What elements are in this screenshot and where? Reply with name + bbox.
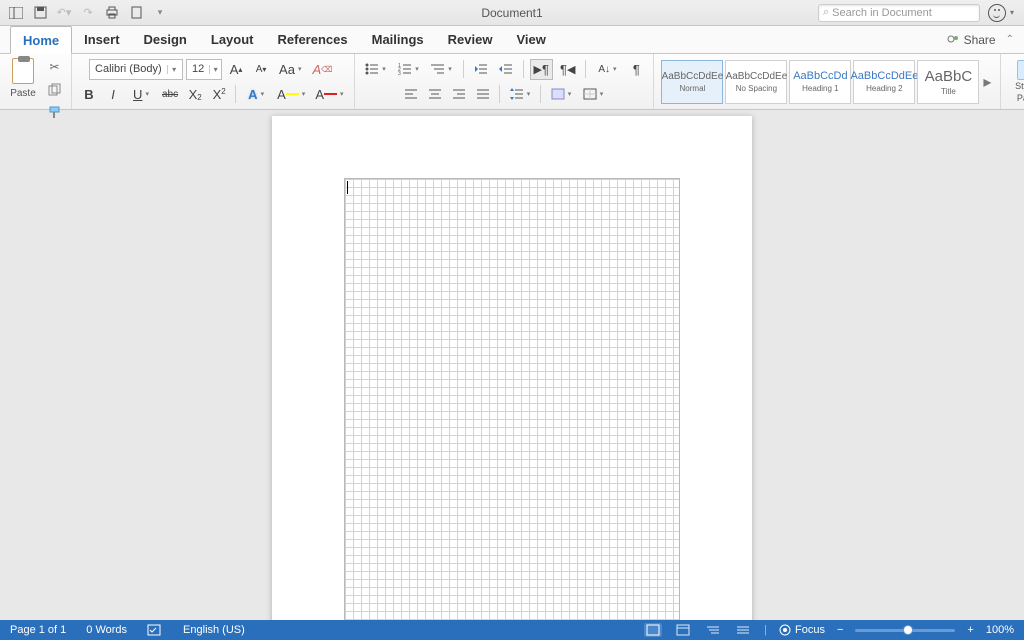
styles-pane-button[interactable]: ¶ Styles Pane (1007, 58, 1024, 106)
copy-icon[interactable] (46, 81, 63, 98)
focus-mode-button[interactable]: Focus (779, 624, 825, 636)
style-title[interactable]: AaBbCTitle (917, 60, 979, 104)
undo-icon[interactable]: ↶▾ (56, 5, 72, 21)
search-icon: ⌕ (823, 6, 829, 19)
show-marks-icon[interactable]: ¶ (625, 59, 647, 80)
share-icon (946, 34, 960, 46)
status-spellcheck-icon[interactable] (147, 623, 163, 637)
ltr-icon[interactable]: ▶¶ (530, 59, 553, 80)
tab-layout[interactable]: Layout (199, 26, 266, 53)
ribbon: Paste ✂ Calibri (Body)▾ 12▾ A▴ A▾ Aa A⌫ … (0, 54, 1024, 110)
group-styles: AaBbCcDdEeNormalAaBbCcDdEeNo SpacingAaBb… (654, 54, 1001, 109)
align-right-icon[interactable] (448, 84, 470, 105)
format-painter-icon[interactable] (46, 104, 63, 121)
status-language[interactable]: English (US) (183, 624, 245, 636)
italic-button[interactable]: I (102, 84, 124, 105)
view-outline-icon[interactable] (704, 623, 722, 637)
focus-icon (779, 624, 791, 636)
status-bar: Page 1 of 1 0 Words English (US) | Focus… (0, 620, 1024, 640)
search-placeholder: Search in Document (832, 7, 932, 19)
quick-access-toolbar: ↶▾ ↷ ▾ (0, 5, 176, 21)
style-no-spacing[interactable]: AaBbCcDdEeNo Spacing (725, 60, 787, 104)
clear-formatting-icon[interactable]: A⌫ (308, 59, 336, 80)
superscript-button[interactable]: X2 (208, 84, 230, 105)
underline-button[interactable]: U (126, 84, 156, 105)
rtl-icon[interactable]: ¶◀ (556, 59, 579, 80)
print-icon[interactable] (104, 5, 120, 21)
align-left-icon[interactable] (400, 84, 422, 105)
strikethrough-button[interactable]: abc (158, 84, 182, 105)
tab-home[interactable]: Home (10, 26, 72, 54)
cut-icon[interactable]: ✂ (46, 58, 63, 75)
grow-font-icon[interactable]: A▴ (225, 59, 247, 80)
title-bar: ↶▾ ↷ ▾ Document1 ⌕ Search in Document ▾ (0, 0, 1024, 26)
page[interactable] (272, 116, 752, 620)
line-spacing-icon[interactable] (505, 84, 535, 105)
tab-design[interactable]: Design (132, 26, 199, 53)
zoom-in-button[interactable]: + (967, 624, 973, 636)
style-heading-2[interactable]: AaBbCcDdEeHeading 2 (853, 60, 915, 104)
tab-review[interactable]: Review (436, 26, 505, 53)
feedback-chevron-icon[interactable]: ▾ (1010, 8, 1014, 17)
tab-view[interactable]: View (504, 26, 557, 53)
status-page[interactable]: Page 1 of 1 (10, 624, 66, 636)
highlight-color-icon[interactable]: A (273, 84, 309, 105)
save-icon[interactable] (32, 5, 48, 21)
subscript-button[interactable]: X2 (184, 84, 206, 105)
zoom-slider[interactable] (855, 629, 955, 632)
style-heading-1[interactable]: AaBbCcDdHeading 1 (789, 60, 851, 104)
increase-indent-icon[interactable] (495, 59, 517, 80)
borders-icon[interactable] (578, 84, 608, 105)
tab-mailings[interactable]: Mailings (360, 26, 436, 53)
view-web-layout-icon[interactable] (674, 623, 692, 637)
sort-icon[interactable]: A↓ (592, 59, 622, 80)
sidebar-toggle-icon[interactable] (8, 5, 24, 21)
group-clipboard: Paste ✂ (0, 54, 72, 109)
numbering-icon[interactable]: 123 (394, 59, 424, 80)
feedback-icon[interactable] (988, 4, 1006, 22)
redo-icon[interactable]: ↷ (80, 5, 96, 21)
zoom-out-button[interactable]: − (837, 624, 843, 636)
text-cursor (347, 181, 348, 194)
font-size-combo[interactable]: 12▾ (186, 59, 222, 80)
share-button[interactable]: Share (946, 33, 996, 47)
group-styles-pane: ¶ Styles Pane (1001, 54, 1024, 109)
font-color-icon[interactable]: A (311, 84, 347, 105)
group-paragraph: 123 ▶¶ ¶◀ A↓ ¶ (355, 54, 655, 109)
ribbon-tabs: Home Insert Design Layout References Mai… (0, 26, 1024, 54)
document-title: Document1 (481, 6, 542, 20)
style-normal[interactable]: AaBbCcDdEeNormal (661, 60, 723, 104)
styles-pane-icon: ¶ (1017, 60, 1024, 80)
collapse-ribbon-icon[interactable]: ⌃ (1006, 34, 1014, 45)
gridlines-area[interactable] (344, 178, 680, 620)
multilevel-list-icon[interactable] (427, 59, 457, 80)
justify-icon[interactable] (472, 84, 494, 105)
view-print-layout-icon[interactable] (644, 623, 662, 637)
styles-more-icon[interactable]: ▸ (980, 60, 994, 104)
zoom-level[interactable]: 100% (986, 624, 1014, 636)
svg-text:3: 3 (398, 71, 401, 75)
bold-button[interactable]: B (78, 84, 100, 105)
paste-button[interactable]: Paste (6, 58, 40, 99)
document-workspace[interactable] (0, 110, 1024, 620)
group-font: Calibri (Body)▾ 12▾ A▴ A▾ Aa A⌫ B I U ab… (72, 54, 355, 109)
qat-customize-icon[interactable]: ▾ (152, 5, 168, 21)
tab-insert[interactable]: Insert (72, 26, 131, 53)
font-name-combo[interactable]: Calibri (Body)▾ (89, 59, 183, 80)
tab-references[interactable]: References (266, 26, 360, 53)
view-draft-icon[interactable] (734, 623, 752, 637)
clipboard-icon (12, 58, 34, 84)
shrink-font-icon[interactable]: A▾ (250, 59, 272, 80)
bullets-icon[interactable] (361, 59, 391, 80)
decrease-indent-icon[interactable] (470, 59, 492, 80)
status-words[interactable]: 0 Words (86, 624, 127, 636)
align-center-icon[interactable] (424, 84, 446, 105)
search-input[interactable]: ⌕ Search in Document (818, 4, 980, 22)
text-effects-icon[interactable]: A (241, 84, 271, 105)
shading-icon[interactable] (546, 84, 576, 105)
zoom-thumb[interactable] (903, 625, 913, 635)
change-case-icon[interactable]: Aa (275, 59, 305, 80)
new-doc-icon[interactable] (128, 5, 144, 21)
